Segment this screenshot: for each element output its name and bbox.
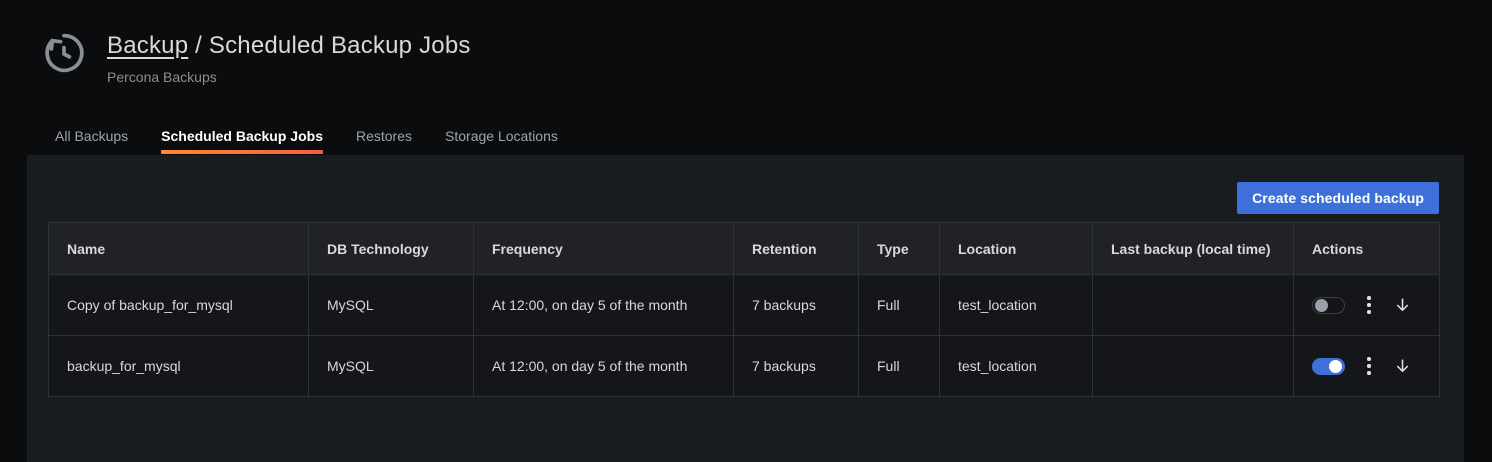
enable-toggle[interactable] — [1312, 297, 1345, 314]
tab-scheduled-backup-jobs[interactable]: Scheduled Backup Jobs — [161, 122, 323, 157]
download-icon[interactable] — [1393, 357, 1412, 376]
table-row: backup_for_mysql MySQL At 12:00, on day … — [49, 336, 1440, 397]
cell-location: test_location — [940, 275, 1093, 336]
tab-bar: All Backups Scheduled Backup Jobs Restor… — [55, 122, 591, 157]
kebab-menu-icon[interactable] — [1362, 353, 1376, 379]
cell-retention: 7 backups — [734, 336, 859, 397]
cell-retention: 7 backups — [734, 275, 859, 336]
cell-location: test_location — [940, 336, 1093, 397]
cell-last-backup — [1093, 275, 1294, 336]
breadcrumb-current: Scheduled Backup Jobs — [209, 32, 471, 59]
tab-all-backups[interactable]: All Backups — [55, 122, 128, 157]
cell-actions — [1294, 336, 1440, 397]
column-header-retention: Retention — [734, 223, 859, 275]
column-header-frequency: Frequency — [474, 223, 734, 275]
cell-db-technology: MySQL — [309, 336, 474, 397]
column-header-actions: Actions — [1294, 223, 1440, 275]
page-header: Backup / Scheduled Backup Jobs Percona B… — [38, 26, 471, 85]
cell-frequency: At 12:00, on day 5 of the month — [474, 336, 734, 397]
title-block: Backup / Scheduled Backup Jobs Percona B… — [107, 26, 471, 85]
breadcrumb-link-backup[interactable]: Backup — [107, 32, 188, 59]
cell-name: backup_for_mysql — [49, 336, 309, 397]
page-title: Backup / Scheduled Backup Jobs — [107, 32, 471, 61]
history-icon — [38, 27, 90, 79]
toggle-knob — [1315, 299, 1328, 312]
create-scheduled-backup-button[interactable]: Create scheduled backup — [1237, 182, 1439, 214]
scheduled-backups-table: Name DB Technology Frequency Retention T… — [48, 222, 1440, 397]
breadcrumb-separator: / — [188, 32, 209, 59]
table-row: Copy of backup_for_mysql MySQL At 12:00,… — [49, 275, 1440, 336]
column-header-type: Type — [859, 223, 940, 275]
column-header-name: Name — [49, 223, 309, 275]
download-icon[interactable] — [1393, 296, 1412, 315]
page-subtitle: Percona Backups — [107, 69, 471, 85]
enable-toggle[interactable] — [1312, 358, 1345, 375]
tab-restores[interactable]: Restores — [356, 122, 412, 157]
cell-actions — [1294, 275, 1440, 336]
cell-type: Full — [859, 336, 940, 397]
column-header-db-technology: DB Technology — [309, 223, 474, 275]
content-panel: Create scheduled backup Name DB Technolo… — [27, 155, 1464, 462]
toggle-knob — [1329, 360, 1342, 373]
cell-frequency: At 12:00, on day 5 of the month — [474, 275, 734, 336]
cell-last-backup — [1093, 336, 1294, 397]
column-header-location: Location — [940, 223, 1093, 275]
cell-type: Full — [859, 275, 940, 336]
cell-name: Copy of backup_for_mysql — [49, 275, 309, 336]
column-header-last-backup: Last backup (local time) — [1093, 223, 1294, 275]
kebab-menu-icon[interactable] — [1362, 292, 1376, 318]
tab-storage-locations[interactable]: Storage Locations — [445, 122, 558, 157]
cell-db-technology: MySQL — [309, 275, 474, 336]
table-header-row: Name DB Technology Frequency Retention T… — [49, 223, 1440, 275]
